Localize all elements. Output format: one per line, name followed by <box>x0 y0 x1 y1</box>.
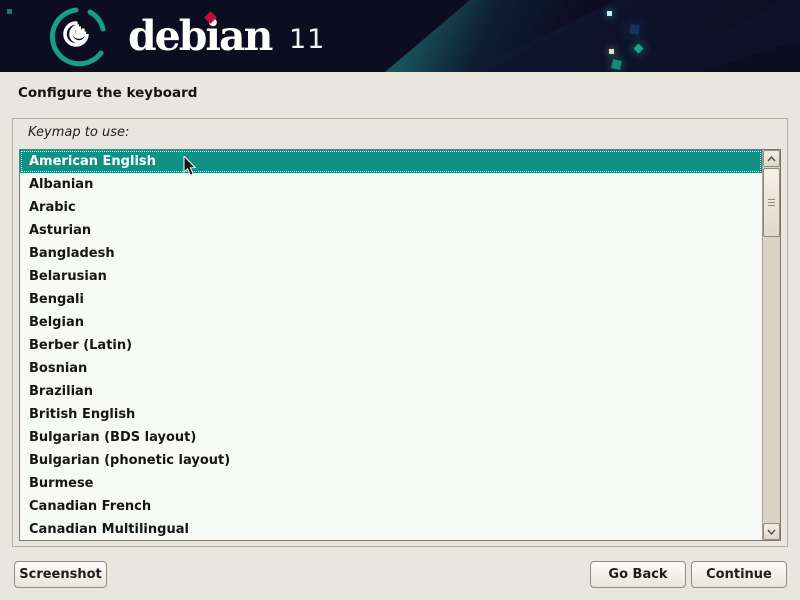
continue-button[interactable]: Continue <box>691 561 787 588</box>
keymap-option[interactable]: Arabic <box>20 196 762 219</box>
keymap-option[interactable]: Canadian Multilingual <box>20 518 762 540</box>
keymap-option[interactable]: Canadian French <box>20 495 762 518</box>
installer-banner: debian 11 <box>0 0 800 72</box>
banner-decoration <box>607 11 612 16</box>
keymap-option[interactable]: Berber (Latin) <box>20 334 762 357</box>
version-label: 11 <box>289 26 325 53</box>
brand-wordmark: debian <box>128 16 271 57</box>
scrollbar-grip <box>768 199 775 207</box>
keymap-rows: American EnglishAlbanianArabicAsturianBa… <box>20 150 762 540</box>
keymap-option[interactable]: Bangladesh <box>20 242 762 265</box>
keymap-option[interactable]: Belarusian <box>20 265 762 288</box>
mouse-pointer-icon <box>183 156 197 177</box>
keymap-option[interactable]: American English <box>20 150 762 173</box>
screenshot-button[interactable]: Screenshot <box>14 561 107 588</box>
keymap-option[interactable]: British English <box>20 403 762 426</box>
keymap-option[interactable]: Bosnian <box>20 357 762 380</box>
banner-decoration <box>7 9 12 14</box>
keymap-option[interactable]: Asturian <box>20 219 762 242</box>
page-title: Configure the keyboard <box>18 85 197 101</box>
banner-decoration <box>629 24 639 34</box>
keymap-option[interactable]: Albanian <box>20 173 762 196</box>
scrollbar[interactable] <box>762 150 780 540</box>
chevron-up-icon[interactable] <box>763 150 780 167</box>
keymap-label: Keymap to use: <box>28 125 129 140</box>
keymap-option[interactable]: Belgian <box>20 311 762 334</box>
keymap-option[interactable]: Bengali <box>20 288 762 311</box>
keymap-option[interactable]: Burmese <box>20 472 762 495</box>
chevron-down-icon[interactable] <box>763 523 780 540</box>
keymap-frame: Keymap to use: American EnglishAlbanianA… <box>12 118 788 547</box>
keymap-option[interactable]: Bulgarian (phonetic layout) <box>20 449 762 472</box>
banner-decoration <box>609 49 614 54</box>
keymap-listbox[interactable]: American EnglishAlbanianArabicAsturianBa… <box>19 149 781 541</box>
go-back-button[interactable]: Go Back <box>590 561 686 588</box>
keymap-option[interactable]: Bulgarian (BDS layout) <box>20 426 762 449</box>
debian-swirl-icon <box>46 5 110 69</box>
scrollbar-thumb[interactable] <box>763 168 780 237</box>
banner-decoration <box>611 59 622 70</box>
keymap-option[interactable]: Brazilian <box>20 380 762 403</box>
